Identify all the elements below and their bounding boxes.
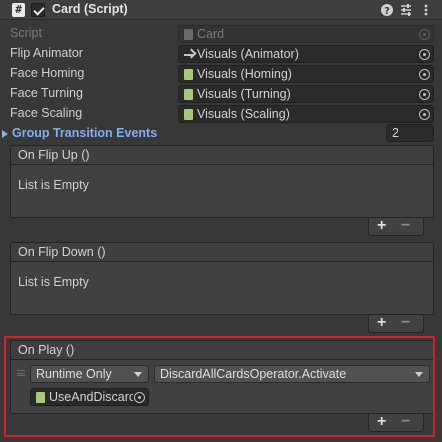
help-icon[interactable]: ?: [380, 3, 394, 17]
object-picker-icon[interactable]: [419, 89, 430, 100]
script-label: Script: [10, 26, 42, 40]
face-turning-field[interactable]: Visuals (Turning): [178, 85, 434, 103]
component-header[interactable]: # Card (Script) ?: [0, 0, 442, 20]
face-homing-label: Face Homing: [10, 66, 85, 80]
remove-button[interactable]: −: [401, 314, 410, 332]
flip-animator-field[interactable]: Visuals (Animator): [178, 45, 434, 63]
object-picker-icon[interactable]: [419, 109, 430, 120]
script-icon: #: [12, 3, 25, 17]
face-turning-label: Face Turning: [10, 86, 83, 100]
on-flip-up-title: On Flip Up (): [18, 148, 90, 162]
component-title: Card (Script): [52, 2, 128, 16]
remove-button[interactable]: −: [401, 217, 410, 235]
on-flip-down-header: On Flip Down (): [10, 242, 434, 262]
menu-icon[interactable]: [419, 3, 433, 17]
script-asset-icon: [184, 29, 193, 40]
on-flip-down-footer: + −: [368, 314, 424, 333]
face-scaling-label: Face Scaling: [10, 106, 83, 120]
object-picker-icon[interactable]: [419, 49, 430, 60]
object-picker-icon: [419, 29, 430, 40]
face-turning-value: Visuals (Turning): [197, 87, 291, 101]
flip-animator-label: Flip Animator: [10, 46, 83, 60]
svg-text:?: ?: [384, 6, 390, 17]
face-scaling-value: Visuals (Scaling): [197, 107, 290, 121]
presets-icon[interactable]: [399, 3, 413, 17]
group-transition-foldout[interactable]: Group Transition Events: [12, 126, 157, 140]
animator-icon: [184, 49, 194, 60]
highlight-box: [4, 336, 435, 437]
foldout-arrow-icon[interactable]: [2, 130, 8, 138]
flip-animator-value: Visuals (Animator): [197, 47, 299, 61]
face-scaling-field[interactable]: Visuals (Scaling): [178, 105, 434, 123]
add-button[interactable]: +: [377, 314, 386, 332]
face-homing-value: Visuals (Homing): [197, 67, 292, 81]
on-flip-up-footer: + −: [368, 217, 424, 236]
group-transition-size-field[interactable]: 2: [386, 124, 434, 142]
on-flip-down-title: On Flip Down (): [18, 245, 106, 259]
enabled-checkbox[interactable]: [31, 3, 45, 17]
component-icon: [184, 89, 193, 100]
on-flip-up-body: List is Empty: [10, 165, 434, 218]
on-flip-up-header: On Flip Up (): [10, 145, 434, 165]
component-icon: [184, 69, 193, 80]
add-button[interactable]: +: [377, 217, 386, 235]
face-homing-field[interactable]: Visuals (Homing): [178, 65, 434, 83]
object-picker-icon[interactable]: [419, 69, 430, 80]
list-empty-text: List is Empty: [18, 275, 89, 289]
script-value: Card: [197, 27, 225, 41]
script-field: Card: [178, 25, 434, 43]
component-icon: [184, 109, 193, 120]
on-flip-down-body: List is Empty: [10, 262, 434, 315]
list-empty-text: List is Empty: [18, 178, 89, 192]
